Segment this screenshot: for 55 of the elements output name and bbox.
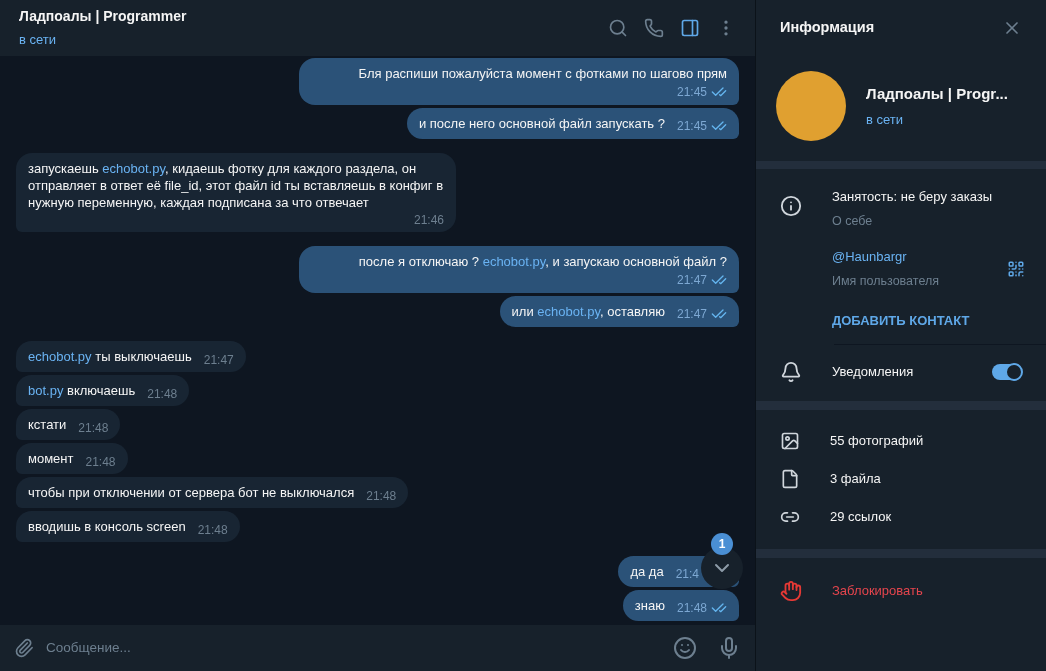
block-button[interactable]: Заблокировать (756, 558, 1046, 624)
panel-title: Информация (780, 18, 875, 38)
message-text: запускаешь echobot.py, кидаешь фотку для каждого раздела, он отправляет в ответ её file_id, этот файл id ты вставляешь в конфиг в нужную переменную, каждая подписана за что отвечает (28, 160, 444, 211)
media-row[interactable]: 29 ссылок (756, 498, 1046, 536)
paperclip-icon[interactable] (14, 638, 34, 658)
message-time: 21:47 (676, 273, 707, 287)
info-icon (780, 195, 802, 217)
sidebar-toggle-icon[interactable] (680, 18, 700, 38)
hand-icon (780, 580, 802, 602)
chat-title: Ладпоалы | Programmer (19, 7, 188, 27)
message-time: 21:45 (676, 119, 707, 133)
message-input[interactable]: Сообщение... (46, 637, 661, 659)
message-text: знаю (634, 597, 665, 614)
chat-status: в сети (19, 31, 58, 50)
media-row[interactable]: 3 файла (756, 460, 1046, 498)
username-label: Имя пользователя (832, 272, 939, 290)
message-time: 21:48 (366, 489, 397, 503)
message-time: 21:47 (676, 307, 707, 321)
bio-text: Занятость: не беру заказы (832, 188, 994, 206)
message-text: момент (28, 450, 74, 467)
emoji-icon[interactable] (673, 636, 697, 660)
message-time: 21:46 (413, 213, 444, 227)
message-text: bot.py включаешь (28, 382, 136, 399)
search-icon[interactable] (608, 18, 628, 38)
message-time: 21:48 (197, 523, 228, 537)
bio-label: О себе (832, 212, 874, 230)
message-text: вводишь в консоль screen (28, 518, 186, 535)
unread-badge: 1 (711, 533, 733, 555)
message-time: 21:48 (78, 421, 109, 435)
qr-code-icon[interactable] (1007, 259, 1025, 278)
message-time: 21:4 (675, 567, 699, 581)
bell-icon (780, 361, 802, 383)
file-icon (780, 469, 800, 489)
notifications-label: Уведомления (832, 363, 915, 382)
message-time: 21:48 (147, 387, 178, 401)
message-text: Бля распиши пожалуйста момент с фотками по шагово прям (358, 65, 727, 82)
profile-name: Ладпоалы | Progr... (866, 84, 1008, 104)
message-text: после я отключаю ? echobot.py, и запускаю основной файл ? (358, 253, 727, 270)
media-row[interactable]: 55 фотографий (756, 422, 1046, 460)
profile-status: в сети (866, 110, 905, 129)
message-text: чтобы при отключении от сервера бот не выключался (28, 484, 355, 501)
message-time: 21:48 (85, 455, 116, 469)
message-text: echobot.py ты выключаешь (28, 348, 192, 365)
message-time: 21:48 (676, 601, 707, 615)
message-time: 21:45 (676, 85, 707, 99)
message-time: 21:47 (203, 353, 234, 367)
photo-icon (780, 431, 800, 451)
message-text: и после него основной файл запускать ? (418, 115, 665, 132)
message-text: кстати (28, 416, 67, 433)
phone-icon[interactable] (644, 18, 664, 38)
notifications-toggle[interactable] (992, 364, 1022, 380)
message-text: или echobot.py, оставляю (511, 303, 665, 320)
username-text[interactable]: @Haunbargr (832, 247, 939, 267)
message-text: да да (630, 563, 664, 580)
add-contact-button[interactable]: ДОБАВИТЬ КОНТАКТ (832, 310, 1022, 330)
